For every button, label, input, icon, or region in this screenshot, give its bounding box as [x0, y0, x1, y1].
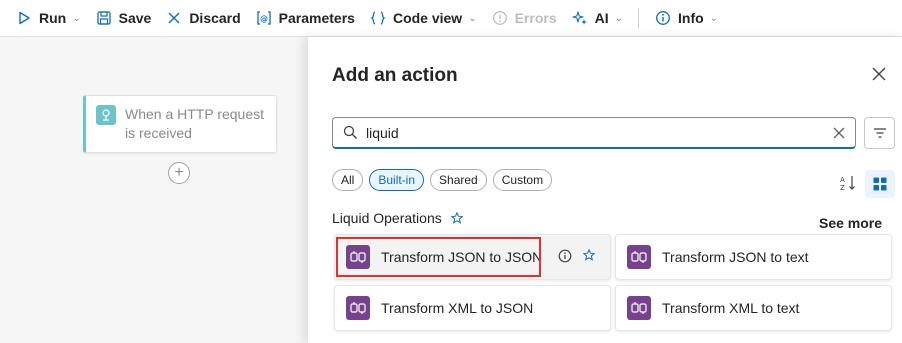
action-label: Transform XML to text [662, 300, 800, 316]
favorite-star-icon[interactable] [450, 212, 463, 224]
filter-button[interactable] [864, 117, 895, 149]
svg-text:A: A [840, 176, 845, 184]
http-request-icon [96, 105, 116, 125]
code-braces-icon [369, 9, 387, 27]
play-icon [15, 9, 33, 27]
grid-icon [873, 177, 887, 191]
sort-az-icon[interactable]: AZ [838, 173, 858, 193]
ai-button[interactable]: AI ⌄ [564, 0, 630, 36]
info-icon [654, 9, 672, 27]
liquid-icon [627, 245, 651, 269]
filter-pill-built-in[interactable]: Built-in [369, 169, 425, 191]
search-icon [343, 125, 358, 140]
search-input[interactable] [366, 124, 833, 141]
error-info-icon [491, 9, 509, 27]
code-view-label: Code view [392, 10, 463, 26]
connector-section-title: Liquid Operations [332, 210, 463, 226]
see-more-link[interactable]: See more [819, 215, 882, 231]
parameters-label: Parameters [278, 10, 355, 26]
add-action-panel: Add an action All Built-in Shared Custom… [308, 37, 902, 343]
errors-label: Errors [514, 10, 557, 26]
action-card-transform-json-to-json[interactable]: Transform JSON to JSON [334, 234, 611, 280]
info-label: Info [678, 10, 704, 26]
liquid-icon [346, 245, 370, 269]
save-button[interactable]: Save [88, 0, 159, 36]
toolbar-divider [638, 8, 640, 28]
plus-icon: + [174, 164, 184, 181]
search-box[interactable] [332, 117, 856, 149]
filter-pill-custom[interactable]: Custom [492, 169, 553, 191]
action-label: Transform JSON to text [662, 249, 809, 265]
http-trigger-card[interactable]: When a HTTP request is received [83, 95, 277, 153]
designer-toolbar: Run ⌄ Save Discard @ Parameters Code vie… [0, 0, 902, 37]
action-card-transform-json-to-text[interactable]: Transform JSON to text [615, 234, 892, 280]
filter-icon [873, 128, 886, 138]
run-button[interactable]: Run ⌄ [8, 0, 88, 36]
svg-text:@: @ [260, 15, 268, 24]
chevron-down-icon: ⌄ [614, 12, 624, 24]
discard-button[interactable]: Discard [158, 0, 247, 36]
trigger-label: When a HTTP request is received [125, 106, 265, 141]
svg-text:Z: Z [840, 184, 845, 192]
action-label: Transform XML to JSON [381, 300, 534, 316]
chevron-down-icon: ⌄ [468, 12, 477, 24]
action-card-transform-xml-to-json[interactable]: Transform XML to JSON [334, 285, 611, 331]
sparkle-icon [571, 9, 589, 27]
info-button[interactable]: Info ⌄ [647, 0, 725, 36]
close-panel-button[interactable] [870, 65, 888, 83]
grid-view-button[interactable] [865, 170, 895, 198]
errors-button[interactable]: Errors [484, 0, 564, 36]
ai-label: AI [594, 10, 609, 26]
parameters-button[interactable]: @ Parameters [248, 0, 362, 36]
close-icon [872, 67, 886, 81]
discard-label: Discard [189, 10, 241, 26]
connector-name: Liquid Operations [332, 210, 442, 226]
filter-pill-shared[interactable]: Shared [430, 169, 487, 191]
panel-title: Add an action [332, 65, 458, 86]
run-label: Run [39, 10, 67, 26]
workflow-canvas[interactable]: When a HTTP request is received + [0, 37, 308, 343]
liquid-icon [627, 296, 651, 320]
action-card-transform-xml-to-text[interactable]: Transform XML to text [615, 285, 892, 331]
parameters-icon: @ [255, 9, 273, 27]
favorite-star-icon[interactable] [583, 249, 595, 261]
chevron-down-icon: ⌄ [709, 12, 719, 24]
add-step-button[interactable]: + [168, 162, 190, 184]
action-label: Transform JSON to JSON [381, 249, 543, 265]
liquid-icon [346, 296, 370, 320]
save-icon [95, 9, 113, 27]
close-icon [165, 9, 183, 27]
clear-search-icon[interactable] [833, 127, 845, 139]
filter-pill-all[interactable]: All [332, 169, 364, 191]
chevron-down-icon: ⌄ [72, 12, 81, 24]
info-icon[interactable] [558, 249, 572, 263]
code-view-button[interactable]: Code view ⌄ [362, 0, 484, 36]
runtime-filter-pills: All Built-in Shared Custom [332, 169, 553, 191]
save-label: Save [118, 10, 152, 26]
